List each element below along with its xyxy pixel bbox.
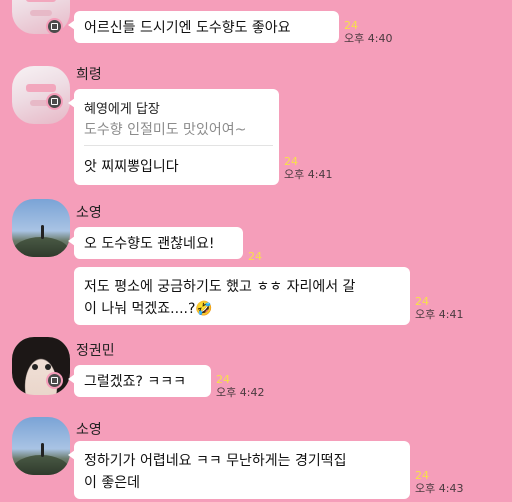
unread-count: 24 [248,250,262,263]
unread-count: 24 [415,469,429,482]
message-bubble[interactable]: 오 도수향도 괜찮네요! [68,227,243,259]
message-bubble[interactable]: 어르신들 드시기엔 도수향도 좋아요 [68,11,339,43]
unread-count: 24 [415,295,429,308]
profile-badge-icon [46,372,63,389]
message-text-line: 이 나눠 먹겠죠....? [84,301,196,317]
unread-count: 24 [216,373,230,386]
reply-quote[interactable]: 도수향 인절미도 맛있어여~ [84,119,246,139]
avatar[interactable] [12,66,70,124]
message-text: 어르신들 드시기엔 도수향도 좋아요 [84,20,291,36]
divider [84,145,273,146]
rofl-emoji-icon: 🤣 [195,301,213,317]
unread-count: 24 [284,155,298,168]
sender-name: 소영 [76,205,102,221]
avatar[interactable] [12,199,70,257]
message-text-line: 이 좋은데 [84,475,140,491]
message-meta: 24 [248,251,262,263]
timestamp: 오후 4:41 [415,308,464,321]
message-text-line: 정하기가 어렵네요 ㅋㅋ 무난하게는 경기떡집 [84,453,347,469]
message-bubble[interactable]: 그럴겠죠? ㅋㅋㅋ [68,365,211,397]
timestamp: 오후 4:40 [344,32,393,45]
unread-count: 24 [344,19,358,32]
sender-name: 소영 [76,422,102,438]
timestamp: 오후 4:42 [216,386,265,399]
reply-bubble[interactable]: 혜영에게 답장 도수향 인절미도 맛있어여~ 앗 찌찌뽕입니다 [68,89,279,185]
message-meta: 24 오후 4:42 [216,374,264,400]
sender-name: 희령 [76,67,102,83]
message-text-line: 저도 평소에 궁금하기도 했고 ㅎㅎ 자리에서 갈 [84,279,356,295]
message-text: 오 도수향도 괜찮네요! [84,236,215,252]
timestamp: 오후 4:41 [284,168,333,181]
message-bubble[interactable]: 저도 평소에 궁금하기도 했고 ㅎㅎ 자리에서 갈 이 나눠 먹겠죠....?🤣 [74,267,410,325]
message-text: 그럴겠죠? ㅋㅋㅋ [84,374,187,390]
message-meta: 24 오후 4:41 [415,296,463,322]
profile-badge-icon [46,93,63,110]
timestamp: 오후 4:43 [415,482,464,495]
reply-title: 혜영에게 답장 [84,102,160,117]
message-meta: 24 오후 4:43 [415,470,463,496]
message-meta: 24 오후 4:41 [284,156,332,182]
profile-badge-icon [46,18,63,35]
message-text: 앗 찌찌뽕입니다 [84,159,179,175]
avatar[interactable] [12,337,70,395]
message-meta: 24 오후 4:40 [344,20,392,46]
sender-name: 정권민 [76,343,115,359]
avatar[interactable] [12,417,70,475]
message-bubble[interactable]: 정하기가 어렵네요 ㅋㅋ 무난하게는 경기떡집 이 좋은데 [68,441,410,499]
